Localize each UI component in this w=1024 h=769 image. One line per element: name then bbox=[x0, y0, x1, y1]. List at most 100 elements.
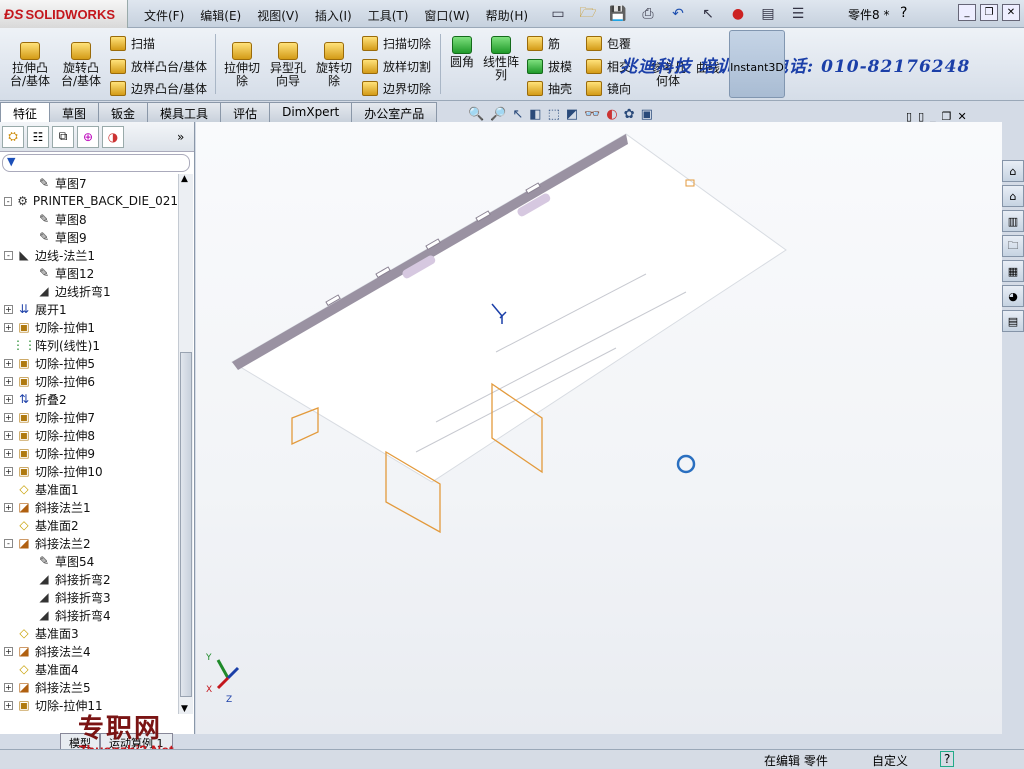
feature-tree-item[interactable]: - ⚙ PRINTER_BACK_DIE_021 bbox=[0, 192, 178, 210]
configuration-manager-tab-icon[interactable]: ⧉ bbox=[52, 125, 74, 148]
sweep-button[interactable]: 扫描 bbox=[110, 35, 155, 52]
command-tab[interactable]: 模具工具 bbox=[147, 102, 222, 122]
expand-toggle-icon[interactable]: + bbox=[4, 682, 13, 692]
command-tab[interactable]: 评估 bbox=[220, 102, 271, 122]
feature-tree-item[interactable]: + ◪ 斜接法兰4 bbox=[0, 642, 178, 660]
menu-item[interactable]: 文件(F) bbox=[136, 4, 192, 27]
options-icon[interactable]: ☰ bbox=[785, 3, 811, 25]
save-icon[interactable]: 💾 bbox=[605, 3, 631, 25]
select-arrow-icon[interactable]: ↖ bbox=[695, 3, 721, 25]
feature-tree-item[interactable]: ◢ 边线折弯1 bbox=[0, 282, 178, 300]
file-explorer-icon[interactable]: 🗀 bbox=[1002, 235, 1024, 257]
minimize-button[interactable]: _ bbox=[958, 4, 976, 21]
feature-tree-item[interactable]: ◇ 基准面2 bbox=[0, 516, 178, 534]
feature-tree-item[interactable]: ◢ 斜接折弯3 bbox=[0, 588, 178, 606]
rib-button[interactable]: 筋 bbox=[527, 35, 560, 52]
feature-tree-item[interactable]: - ◣ 边线-法兰1 bbox=[0, 246, 178, 264]
menu-item[interactable]: 插入(I) bbox=[307, 4, 360, 27]
units-dropdown[interactable]: 自定义 bbox=[872, 752, 908, 769]
expand-toggle-icon[interactable]: + bbox=[4, 394, 13, 404]
boundary-boss-button[interactable]: 边界凸台/基体 bbox=[110, 80, 207, 97]
feature-tree-item[interactable]: + ⇅ 折叠2 bbox=[0, 390, 178, 408]
appearances-icon[interactable]: ◕ bbox=[1002, 285, 1024, 307]
feature-tree-item[interactable]: + ▣ 切除-拉伸6 bbox=[0, 372, 178, 390]
status-help-icon[interactable]: ? bbox=[940, 751, 955, 767]
feature-tree-item[interactable]: ✎ 草图7 bbox=[0, 174, 178, 192]
zoom-area-icon[interactable]: 🔎 bbox=[490, 107, 506, 122]
new-document-icon[interactable]: ▭ bbox=[545, 3, 571, 25]
file-properties-icon[interactable]: ▤ bbox=[755, 3, 781, 25]
expand-toggle-icon[interactable]: + bbox=[4, 376, 13, 386]
graphics-area[interactable]: Y X Z bbox=[196, 122, 1002, 734]
extrude-cut-button[interactable]: 拉伸切 除 bbox=[220, 42, 264, 88]
revolve-boss-button[interactable]: 旋转凸 台/基体 bbox=[58, 42, 104, 88]
display-manager-tab-icon[interactable]: ◑ bbox=[102, 125, 124, 148]
menu-item[interactable]: 窗口(W) bbox=[416, 4, 477, 27]
feature-filter-input[interactable]: ▼ bbox=[2, 154, 190, 172]
menu-item[interactable]: 工具(T) bbox=[360, 4, 417, 27]
feature-tree-item[interactable]: ✎ 草图12 bbox=[0, 264, 178, 282]
print-icon[interactable]: ⎙ bbox=[635, 3, 661, 25]
rotate-icon[interactable] bbox=[676, 454, 696, 474]
tree-scrollbar[interactable]: ▲ ▼ bbox=[178, 174, 193, 714]
apply-scene-icon[interactable]: ✿ bbox=[624, 107, 635, 122]
dimxpert-manager-tab-icon[interactable]: ⊕ bbox=[77, 125, 99, 148]
feature-tree-item[interactable]: + ▣ 切除-拉伸1 bbox=[0, 318, 178, 336]
expand-toggle-icon[interactable]: - bbox=[4, 250, 13, 260]
design-library-icon[interactable]: ▥ bbox=[1002, 210, 1024, 232]
expand-toggle-icon[interactable]: + bbox=[4, 700, 13, 710]
fillet-button[interactable]: 圆角 bbox=[446, 36, 478, 69]
extrude-boss-button[interactable]: 拉伸凸 台/基体 bbox=[6, 42, 54, 88]
view-orientation-icon[interactable]: ⬚ bbox=[548, 107, 560, 122]
expand-toggle-icon[interactable]: - bbox=[4, 538, 13, 548]
expand-toggle-icon[interactable]: + bbox=[4, 304, 13, 314]
rebuild-icon[interactable]: ● bbox=[725, 3, 751, 25]
draft-button[interactable]: 拔模 bbox=[527, 58, 572, 75]
feature-tree-item[interactable]: + ◪ 斜接法兰1 bbox=[0, 498, 178, 516]
panel-expand-icon[interactable]: » bbox=[177, 130, 184, 144]
feature-tree-item[interactable]: ◢ 斜接折弯2 bbox=[0, 570, 178, 588]
display-style-icon[interactable]: ◩ bbox=[566, 107, 578, 122]
command-tab[interactable]: 钣金 bbox=[98, 102, 149, 122]
command-tab[interactable]: 草图 bbox=[49, 102, 100, 122]
expand-toggle-icon[interactable]: + bbox=[4, 646, 13, 656]
instant3d-button[interactable]: Instant3D bbox=[729, 30, 785, 98]
close-button[interactable]: ✕ bbox=[1002, 4, 1020, 21]
solidworks-logo[interactable]: ƉS SOLIDWORKS bbox=[0, 0, 128, 28]
wrap-button[interactable]: 包覆 bbox=[586, 35, 631, 52]
scroll-up-icon[interactable]: ▲ bbox=[181, 174, 188, 184]
mirror-button[interactable]: 镜向 bbox=[586, 80, 631, 97]
feature-tree-item[interactable]: + ▣ 切除-拉伸10 bbox=[0, 462, 178, 480]
linear-pattern-button[interactable]: 线性阵 列 bbox=[480, 36, 522, 82]
hide-show-items-icon[interactable]: 👓 bbox=[584, 107, 600, 122]
expand-toggle-icon[interactable]: + bbox=[4, 430, 13, 440]
previous-view-icon[interactable]: ↖ bbox=[512, 107, 523, 122]
feature-tree-item[interactable]: ⋮⋮ 阵列(线性)1 bbox=[0, 336, 178, 354]
feature-tree-item[interactable]: ✎ 草图54 bbox=[0, 552, 178, 570]
view-palette-icon[interactable]: ▦ bbox=[1002, 260, 1024, 282]
scroll-thumb[interactable] bbox=[180, 352, 192, 697]
expand-toggle-icon[interactable]: - bbox=[4, 196, 13, 206]
scroll-down-icon[interactable]: ▼ bbox=[181, 704, 188, 714]
feature-tree-item[interactable]: + ▣ 切除-拉伸5 bbox=[0, 354, 178, 372]
home-icon[interactable]: ⌂ bbox=[1002, 185, 1024, 207]
feature-tree-item[interactable]: ◇ 基准面3 bbox=[0, 624, 178, 642]
shell-button[interactable]: 抽壳 bbox=[527, 80, 572, 97]
feature-tree-item[interactable]: + ▣ 切除-拉伸7 bbox=[0, 408, 178, 426]
hole-wizard-button[interactable]: 异型孔 向导 bbox=[266, 42, 310, 88]
expand-toggle-icon[interactable]: + bbox=[4, 412, 13, 422]
feature-tree-item[interactable]: + ▣ 切除-拉伸8 bbox=[0, 426, 178, 444]
solidworks-resources-icon[interactable]: ⌂ bbox=[1002, 160, 1024, 182]
expand-toggle-icon[interactable]: + bbox=[4, 448, 13, 458]
revolve-cut-button[interactable]: 旋转切 除 bbox=[312, 42, 356, 88]
property-manager-tab-icon[interactable]: ☷ bbox=[27, 125, 49, 148]
section-view-icon[interactable]: ◧ bbox=[529, 107, 541, 122]
menu-item[interactable]: 视图(V) bbox=[249, 4, 307, 27]
open-folder-icon[interactable]: 🗁 bbox=[575, 3, 601, 25]
custom-properties-icon[interactable]: ▤ bbox=[1002, 310, 1024, 332]
feature-tree-tab-icon[interactable]: ⛭ bbox=[2, 125, 24, 148]
feature-tree-item[interactable]: ✎ 草图9 bbox=[0, 228, 178, 246]
boundary-cut-button[interactable]: 边界切除 bbox=[362, 80, 431, 97]
feature-tree-item[interactable]: - ◪ 斜接法兰2 bbox=[0, 534, 178, 552]
feature-tree-item[interactable]: ◇ 基准面4 bbox=[0, 660, 178, 678]
